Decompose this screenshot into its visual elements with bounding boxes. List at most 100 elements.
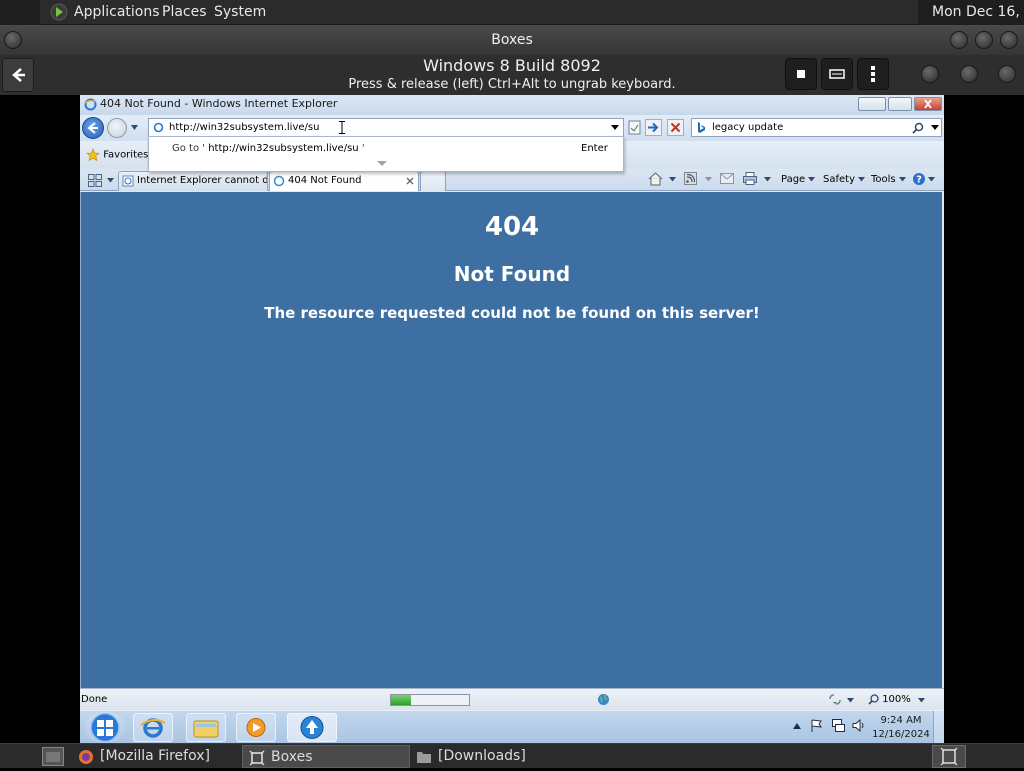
- new-tab-button[interactable]: [420, 171, 446, 191]
- ie-window: 404 Not Found - Windows Internet Explore…: [80, 95, 944, 743]
- taskbar-ie-button[interactable]: [133, 713, 173, 742]
- protected-mode-icon[interactable]: [828, 693, 842, 706]
- zoom-level: 100%: [882, 694, 911, 705]
- internet-zone-icon[interactable]: [597, 693, 610, 706]
- autocomplete-expand-icon[interactable]: [377, 161, 387, 166]
- favorites-button[interactable]: Favorites: [86, 148, 148, 164]
- goto-url: http://win32subsystem.live/su: [208, 143, 359, 154]
- tools-menu-button[interactable]: Tools: [871, 174, 906, 185]
- bing-logo-icon: [698, 122, 705, 133]
- top-panel-clock[interactable]: Mon Dec 16, 12:: [918, 0, 1024, 25]
- ie-close-button[interactable]: [914, 97, 942, 111]
- tab-404-not-found[interactable]: 404 Not Found: [269, 171, 419, 191]
- taskbar-explorer-button[interactable]: [186, 713, 226, 742]
- address-dropdown-icon[interactable]: [611, 125, 619, 131]
- help-dropdown-icon[interactable]: [928, 177, 935, 182]
- compatibility-view-icon[interactable]: [627, 119, 642, 136]
- window-menu-icon[interactable]: [4, 31, 22, 49]
- print-dropdown-icon[interactable]: [764, 177, 771, 182]
- stop-x-icon[interactable]: [667, 119, 684, 136]
- ie-forward-button[interactable]: [107, 118, 127, 138]
- zoom-dropdown-icon[interactable]: [918, 698, 925, 703]
- firefox-icon: [79, 750, 93, 764]
- protected-mode-dropdown-icon[interactable]: [847, 698, 854, 703]
- autocomplete-enter-label: Enter: [581, 143, 608, 154]
- taskbar-clock[interactable]: 9:24 AM 12/16/2024: [870, 714, 932, 742]
- safety-menu-button[interactable]: Safety: [823, 174, 866, 185]
- favorites-label: Favorites: [103, 149, 149, 161]
- tab-ie-cannot-display[interactable]: Internet Explorer cannot di...: [118, 171, 268, 191]
- ie-minimize-button[interactable]: [858, 97, 886, 111]
- keyboard-button[interactable]: [821, 58, 853, 90]
- show-desktop-button[interactable]: [933, 711, 944, 743]
- tab-close-icon[interactable]: [406, 177, 414, 185]
- safety-menu-dropdown-icon: [858, 177, 866, 182]
- help-icon[interactable]: ?: [912, 172, 926, 186]
- search-icon[interactable]: [912, 122, 924, 134]
- stop-button[interactable]: [785, 58, 817, 90]
- panel-left-edge: [0, 0, 40, 25]
- action-center-flag-icon[interactable]: [811, 719, 823, 733]
- home-dropdown-icon[interactable]: [669, 177, 676, 182]
- volume-icon[interactable]: [852, 719, 866, 732]
- home-icon[interactable]: [648, 172, 663, 186]
- internet-explorer-icon: [140, 718, 166, 738]
- search-text: legacy update: [712, 122, 784, 133]
- taskbar-update-button[interactable]: [287, 713, 337, 742]
- autocomplete-goto-row[interactable]: Go to ' http://win32subsystem.live/su ': [172, 143, 365, 154]
- workspace-switcher[interactable]: [932, 745, 966, 768]
- search-box[interactable]: legacy update: [691, 118, 942, 137]
- taskbar-item-boxes[interactable]: Boxes: [242, 745, 410, 768]
- address-bar[interactable]: http://win32subsystem.live/su: [148, 118, 624, 137]
- recent-pages-dropdown-icon[interactable]: [130, 124, 139, 131]
- maximize-icon[interactable]: [975, 31, 993, 49]
- feeds-dropdown-icon[interactable]: [705, 177, 712, 182]
- vm-display[interactable]: 404 Not Found - Windows Internet Explore…: [0, 95, 1024, 743]
- taskbar-item-label: [Mozilla Firefox]: [100, 748, 210, 764]
- close-icon[interactable]: [1000, 31, 1018, 49]
- taskbar-media-player-button[interactable]: [236, 713, 276, 742]
- address-text: http://win32subsystem.live/su: [169, 122, 320, 133]
- go-arrow-icon[interactable]: [645, 119, 662, 136]
- taskbar-item-label: Boxes: [271, 749, 313, 765]
- tab-list-dropdown-icon[interactable]: [107, 178, 114, 183]
- close-x-icon: [924, 99, 932, 109]
- search-dropdown-icon[interactable]: [931, 125, 939, 131]
- network-icon[interactable]: [832, 719, 845, 732]
- page-content[interactable]: 404 Not Found The resource requested cou…: [80, 192, 942, 688]
- ie-page-icon: [122, 175, 134, 187]
- show-desktop-icon[interactable]: [42, 747, 64, 766]
- page-menu-button[interactable]: Page: [781, 174, 816, 185]
- header-circle-3-icon[interactable]: [998, 65, 1016, 83]
- address-autocomplete-dropdown[interactable]: Go to ' http://win32subsystem.live/su ' …: [148, 136, 624, 172]
- gnome-foot-icon[interactable]: [50, 3, 68, 21]
- taskbar-item-downloads[interactable]: [Downloads]: [410, 745, 578, 768]
- goto-prefix: Go to ': [172, 143, 206, 154]
- zoom-icon: [868, 694, 879, 705]
- header-circle-1-icon[interactable]: [921, 65, 939, 83]
- kebab-menu-icon: [871, 66, 875, 82]
- page-icon: [153, 122, 164, 133]
- print-icon[interactable]: [743, 172, 757, 185]
- header-circle-2-icon[interactable]: [960, 65, 978, 83]
- text-cursor-icon: [339, 121, 345, 134]
- minimize-icon[interactable]: [950, 31, 968, 49]
- ie-back-button[interactable]: [82, 117, 104, 139]
- show-hidden-icons-icon[interactable]: [793, 723, 801, 729]
- windows-taskbar: 9:24 AM 12/16/2024: [80, 710, 944, 743]
- start-button[interactable]: [84, 712, 126, 743]
- ie-restore-button[interactable]: [888, 97, 912, 111]
- quick-tabs-icon[interactable]: [88, 174, 102, 187]
- menu-applications[interactable]: Applications: [74, 3, 160, 22]
- menu-button[interactable]: [857, 58, 889, 90]
- taskbar-item-firefox[interactable]: [Mozilla Firefox]: [72, 745, 240, 768]
- page-menu-label: Page: [781, 174, 806, 185]
- mail-icon[interactable]: [720, 173, 734, 184]
- folder-icon: [193, 720, 219, 738]
- feeds-icon[interactable]: [684, 172, 697, 185]
- taskbar-item-label: [Downloads]: [438, 748, 526, 764]
- zoom-control[interactable]: 100%: [868, 694, 911, 706]
- menu-places[interactable]: Places: [162, 3, 207, 22]
- taskbar-time: 9:24 AM: [880, 715, 922, 726]
- menu-system[interactable]: System: [214, 3, 266, 22]
